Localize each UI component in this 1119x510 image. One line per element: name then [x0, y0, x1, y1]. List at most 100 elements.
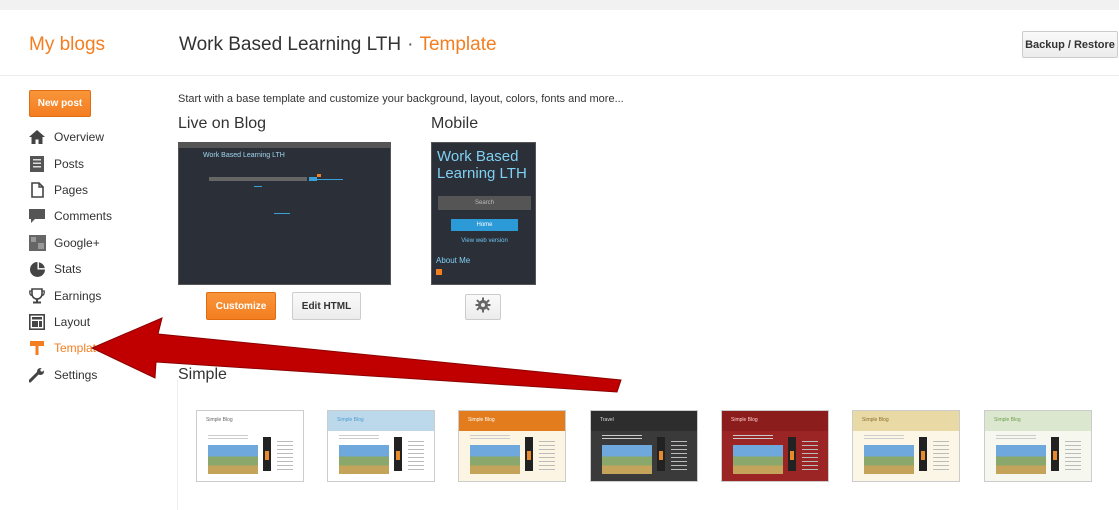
sidebar-nav: Overview Posts Pages Comments Google+ St… [28, 124, 112, 388]
edit-html-button[interactable]: Edit HTML [292, 292, 361, 320]
live-blog-preview[interactable]: Work Based Learning LTH [178, 142, 391, 285]
sidebar-item-label: Earnings [54, 288, 102, 303]
customize-button[interactable]: Customize [206, 292, 276, 320]
theme-photo [996, 445, 1046, 474]
sidebar-item-label: Comments [54, 209, 113, 224]
theme-text-lines [208, 435, 248, 441]
theme-title: Simple Blog [468, 417, 495, 423]
mobile-preview-search: Search [438, 196, 531, 210]
theme-photo [733, 445, 783, 474]
sidebar-item-comments[interactable]: Comments [28, 203, 112, 229]
simple-theme-thumbnail[interactable]: Simple Blog [852, 410, 960, 482]
breadcrumb-separator: · [407, 34, 414, 55]
mobile-preview[interactable]: Work Based Learning LTH Search Home View… [431, 142, 536, 285]
theme-sidebar-lines [802, 441, 818, 471]
top-strip [0, 0, 1119, 10]
theme-title: Simple Blog [206, 417, 233, 423]
preview-footer-link [274, 213, 290, 214]
theme-phone-image [657, 437, 665, 471]
mobile-settings-button[interactable] [465, 294, 501, 320]
theme-text-lines [733, 435, 773, 441]
backup-restore-button[interactable]: Backup / Restore [1022, 31, 1118, 58]
theme-photo [208, 445, 258, 474]
sidebar-item-label: Posts [54, 156, 85, 171]
live-on-blog-heading: Live on Blog [178, 115, 267, 132]
sidebar-item-layout[interactable]: Layout [28, 309, 112, 335]
theme-phone-image [919, 437, 927, 471]
theme-title: Simple Blog [337, 417, 364, 423]
sidebar-item-label: Template [54, 341, 103, 356]
google-plus-icon [28, 234, 46, 252]
sidebar-item-pages[interactable]: Pages [28, 177, 112, 203]
sidebar-item-settings[interactable]: Settings [28, 362, 112, 388]
stats-icon [28, 260, 46, 278]
sidebar-item-label: Overview [54, 130, 105, 145]
sidebar: New post Overview Posts Pages Comments G… [0, 77, 150, 510]
preview-navbar [179, 143, 390, 148]
theme-sidebar-lines [933, 441, 949, 471]
simple-heading: Simple [178, 366, 227, 383]
theme-photo [339, 445, 389, 474]
theme-text-lines [864, 435, 904, 441]
rss-icon [436, 269, 442, 275]
sidebar-item-template[interactable]: Template [28, 335, 112, 361]
gear-icon [475, 297, 491, 318]
comments-icon [28, 207, 46, 225]
preview-rss-icon [317, 174, 321, 177]
content-divider [177, 380, 178, 510]
new-post-button[interactable]: New post [29, 90, 91, 117]
simple-theme-thumbnail[interactable]: Simple Blog [721, 410, 829, 482]
my-blogs-link[interactable]: My blogs [29, 34, 105, 56]
simple-theme-thumbnail[interactable]: Simple Blog [458, 410, 566, 482]
preview-link [254, 186, 262, 187]
mobile-preview-rss [436, 269, 444, 275]
theme-photo [602, 445, 652, 474]
preview-search-box [209, 177, 307, 181]
sidebar-item-overview[interactable]: Overview [28, 124, 112, 150]
sidebar-item-earnings[interactable]: Earnings [28, 282, 112, 308]
theme-phone-image [394, 437, 402, 471]
sidebar-item-google-plus[interactable]: Google+ [28, 230, 112, 256]
theme-photo [470, 445, 520, 474]
theme-text-lines [602, 435, 642, 441]
header: My blogs Work Based Learning LTH · Templat… [0, 10, 1119, 76]
preview-search-button [309, 177, 317, 181]
theme-title: Simple Blog [994, 417, 1021, 423]
breadcrumb: Work Based Learning LTH · Template [179, 34, 497, 56]
wrench-icon [28, 366, 46, 384]
theme-phone-image [263, 437, 271, 471]
current-page-title: Template [419, 34, 497, 55]
pages-icon [28, 181, 46, 199]
theme-sidebar-lines [1065, 441, 1081, 471]
simple-theme-thumbnail[interactable]: Travel [590, 410, 698, 482]
simple-theme-thumbnail[interactable]: Simple Blog [327, 410, 435, 482]
theme-text-lines [470, 435, 510, 441]
posts-icon [28, 155, 46, 173]
simple-theme-thumbnail[interactable]: Simple Blog [196, 410, 304, 482]
theme-text-lines [996, 435, 1036, 441]
template-icon [28, 339, 46, 357]
layout-icon [28, 313, 46, 331]
theme-phone-image [525, 437, 533, 471]
mobile-heading: Mobile [431, 115, 479, 132]
sidebar-item-stats[interactable]: Stats [28, 256, 112, 282]
blog-name[interactable]: Work Based Learning LTH [179, 34, 401, 55]
simple-theme-thumbnail[interactable]: Simple Blog [984, 410, 1092, 482]
mobile-preview-title: Work Based Learning LTH [437, 148, 527, 182]
theme-title: Simple Blog [731, 417, 758, 423]
theme-phone-image [1051, 437, 1059, 471]
mobile-preview-home: Home [451, 219, 518, 231]
home-icon [28, 128, 46, 146]
theme-sidebar-lines [539, 441, 555, 471]
theme-text-lines [339, 435, 379, 441]
sidebar-item-label: Layout [54, 314, 91, 329]
theme-sidebar-lines [671, 441, 687, 471]
sidebar-item-label: Stats [54, 262, 82, 277]
theme-title: Travel [600, 417, 614, 423]
sidebar-item-label: Pages [54, 182, 89, 197]
theme-photo [864, 445, 914, 474]
theme-title: Simple Blog [862, 417, 889, 423]
theme-sidebar-lines [408, 441, 424, 471]
theme-sidebar-lines [277, 441, 293, 471]
sidebar-item-posts[interactable]: Posts [28, 150, 112, 176]
